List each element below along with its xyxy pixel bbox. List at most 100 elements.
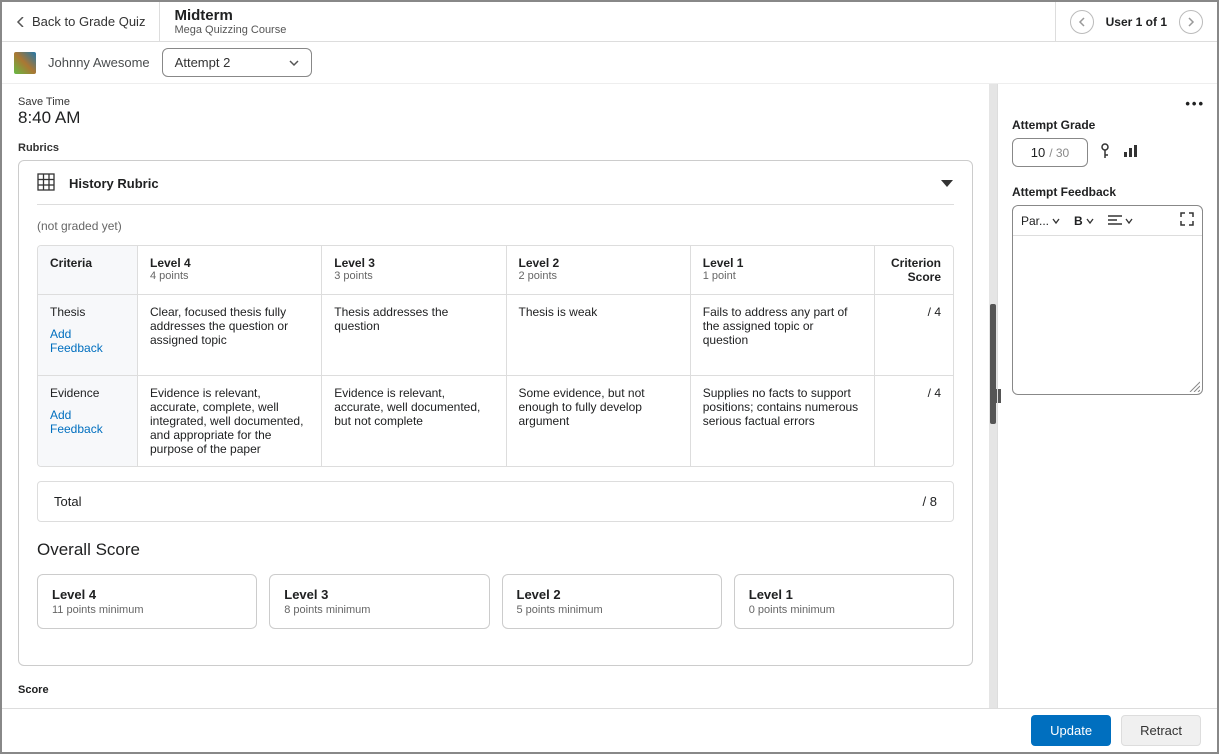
- pane-splitter[interactable]: [989, 84, 997, 708]
- overall-level-card[interactable]: Level 4 11 points minimum: [37, 574, 257, 629]
- page-title-block: Midterm Mega Quizzing Course: [160, 2, 1054, 41]
- cell-text: Fails to address any part of the assigne…: [703, 305, 848, 347]
- add-feedback-link[interactable]: Add Feedback: [50, 408, 125, 436]
- cell-text: Clear, focused thesis fully addresses th…: [150, 305, 288, 347]
- rubric-cell[interactable]: Some evidence, but not enough to fully d…: [507, 376, 691, 466]
- rubric-cell[interactable]: Thesis addresses the question: [322, 295, 506, 375]
- level-pts: 5 points minimum: [517, 604, 707, 616]
- add-feedback-link[interactable]: Add Feedback: [50, 327, 125, 355]
- score-label: Score: [18, 684, 973, 696]
- course-subtitle: Mega Quizzing Course: [174, 24, 1040, 36]
- stats-icon[interactable]: [1122, 143, 1138, 162]
- level2-pts: 2 points: [519, 270, 678, 282]
- table-row: Evidence Add Feedback Evidence is releva…: [38, 376, 953, 466]
- criterion-thesis: Thesis: [50, 305, 125, 319]
- chevron-right-icon: [1186, 17, 1196, 27]
- rubric-total: Total / 8: [37, 481, 954, 522]
- attempt-value: Attempt 2: [175, 55, 231, 70]
- update-button[interactable]: Update: [1031, 715, 1111, 746]
- chevron-down-icon: [1086, 217, 1094, 225]
- overall-level-card[interactable]: Level 1 0 points minimum: [734, 574, 954, 629]
- action-footer: Update Retract: [2, 708, 1217, 752]
- rubric-cell[interactable]: Clear, focused thesis fully addresses th…: [138, 295, 322, 375]
- expand-icon: [1180, 212, 1194, 226]
- student-name: Johnny Awesome: [48, 55, 150, 70]
- cell-text: Thesis addresses the question: [334, 305, 448, 333]
- rubric-toggle[interactable]: History Rubric: [37, 173, 954, 205]
- cell-text: Evidence is relevant, accurate, complete…: [150, 386, 303, 456]
- avatar: [14, 52, 36, 74]
- criterion-score: / 4: [875, 295, 953, 375]
- back-label: Back to Grade Quiz: [32, 14, 145, 29]
- key-icon[interactable]: [1098, 143, 1112, 162]
- rubric-cell[interactable]: Evidence is relevant, accurate, complete…: [138, 376, 322, 466]
- criterion-score: / 4: [875, 376, 953, 466]
- grade-input[interactable]: 10 / 30: [1012, 138, 1088, 167]
- cell-text: Supplies no facts to support positions; …: [703, 386, 858, 428]
- total-value: / 8: [923, 494, 937, 509]
- grading-pane: Save Time 8:40 AM Rubrics History Rubric…: [2, 84, 989, 708]
- rubric-cell[interactable]: Evidence is relevant, accurate, well doc…: [322, 376, 506, 466]
- score-header: Criterion Score: [887, 256, 941, 284]
- not-graded-label: (not graded yet): [37, 219, 954, 233]
- bold-button[interactable]: B: [1074, 214, 1094, 228]
- rubric-cell[interactable]: Supplies no facts to support positions; …: [691, 376, 875, 466]
- cell-text: Some evidence, but not enough to fully d…: [519, 386, 645, 428]
- user-count-label: User 1 of 1: [1106, 15, 1167, 29]
- attempt-select[interactable]: Attempt 2: [162, 48, 312, 77]
- level1-header: Level 1: [703, 256, 862, 270]
- total-label: Total: [54, 494, 81, 509]
- para-label: Par...: [1021, 214, 1049, 228]
- fullscreen-button[interactable]: [1180, 212, 1194, 229]
- level-name: Level 1: [749, 587, 939, 602]
- grade-value: 10: [1031, 145, 1045, 160]
- level1-pts: 1 point: [703, 270, 862, 282]
- rubric-card: History Rubric (not graded yet) Criteria…: [18, 160, 973, 666]
- level-pts: 0 points minimum: [749, 604, 939, 616]
- save-time-value: 8:40 AM: [18, 108, 973, 128]
- more-actions-button[interactable]: •••: [1185, 96, 1205, 111]
- level2-header: Level 2: [519, 256, 678, 270]
- feedback-pane: ••• Attempt Grade 10 / 30 Attempt Feedba…: [997, 84, 1217, 708]
- rubric-grid-icon: [37, 173, 55, 194]
- prev-user-button[interactable]: [1070, 10, 1094, 34]
- chevron-left-icon: [1077, 17, 1087, 27]
- chevron-down-icon: [1125, 217, 1133, 225]
- back-to-grade-quiz-link[interactable]: Back to Grade Quiz: [2, 2, 160, 41]
- level-name: Level 4: [52, 587, 242, 602]
- quiz-title: Midterm: [174, 7, 1040, 24]
- align-button[interactable]: [1108, 215, 1133, 227]
- chevron-left-icon: [16, 17, 26, 27]
- chevron-down-icon: [1052, 217, 1060, 225]
- next-user-button[interactable]: [1179, 10, 1203, 34]
- rubric-table: Criteria Level 44 points Level 33 points…: [37, 245, 954, 467]
- overall-levels: Level 4 11 points minimum Level 3 8 points…: [37, 574, 954, 629]
- level-name: Level 3: [284, 587, 474, 602]
- align-left-icon: [1108, 215, 1122, 227]
- resize-handle-icon[interactable]: [1188, 380, 1200, 392]
- level4-header: Level 4: [150, 256, 309, 270]
- level3-pts: 3 points: [334, 270, 493, 282]
- paragraph-style-select[interactable]: Par...: [1021, 214, 1060, 228]
- cell-text: Thesis is weak: [519, 305, 598, 319]
- overall-score-title: Overall Score: [37, 540, 954, 560]
- retract-button[interactable]: Retract: [1121, 715, 1201, 746]
- level4-pts: 4 points: [150, 270, 309, 282]
- level-name: Level 2: [517, 587, 707, 602]
- chevron-down-icon: [289, 58, 299, 68]
- level-pts: 8 points minimum: [284, 604, 474, 616]
- user-navigation: User 1 of 1: [1055, 2, 1217, 41]
- criteria-header: Criteria: [50, 256, 125, 270]
- overall-level-card[interactable]: Level 2 5 points minimum: [502, 574, 722, 629]
- rubric-cell[interactable]: Thesis is weak: [507, 295, 691, 375]
- rubric-cell[interactable]: Fails to address any part of the assigne…: [691, 295, 875, 375]
- attempt-feedback-label: Attempt Feedback: [1012, 185, 1203, 199]
- attempt-grade-label: Attempt Grade: [1012, 118, 1203, 132]
- rubric-title: History Rubric: [69, 176, 159, 191]
- overall-level-card[interactable]: Level 3 8 points minimum: [269, 574, 489, 629]
- save-time-label: Save Time: [18, 96, 973, 108]
- feedback-editor[interactable]: Par... B: [1012, 205, 1203, 395]
- rubrics-label: Rubrics: [18, 142, 973, 154]
- table-row: Thesis Add Feedback Clear, focused thesi…: [38, 295, 953, 376]
- level-pts: 11 points minimum: [52, 604, 242, 616]
